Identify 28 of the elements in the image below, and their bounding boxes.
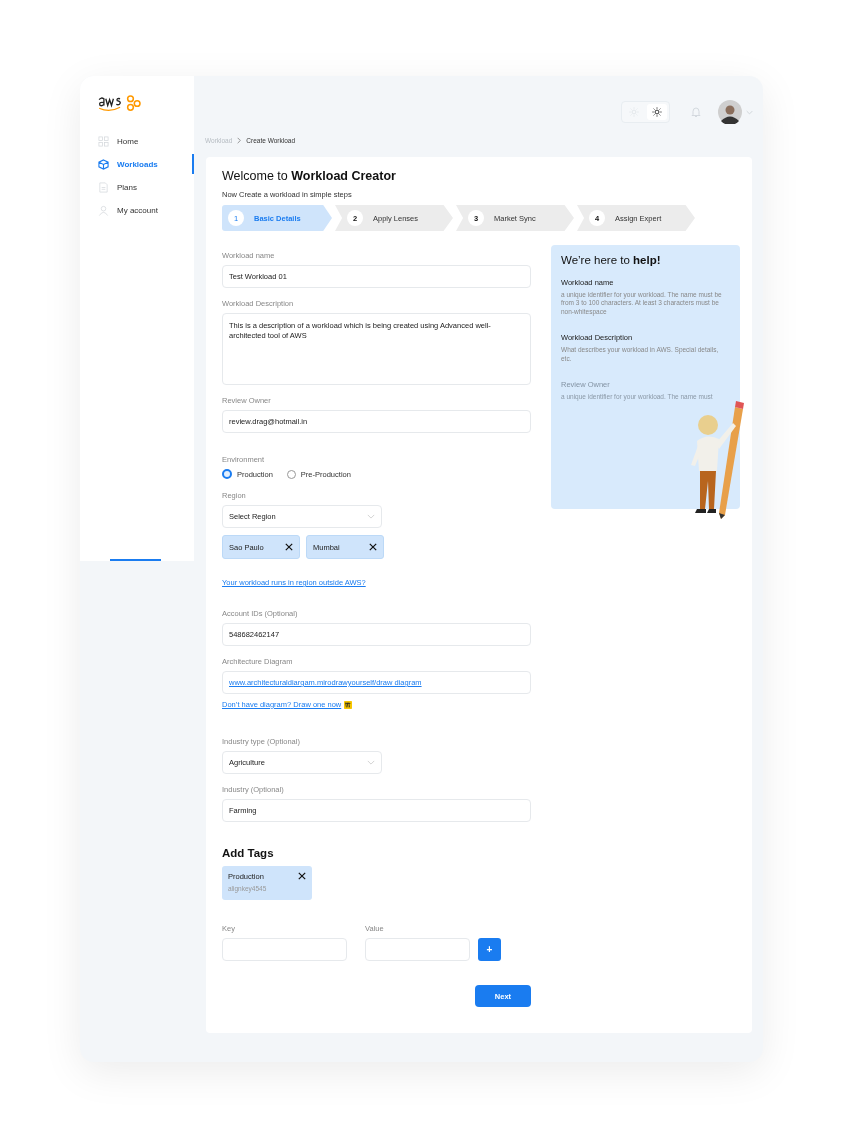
add-button[interactable]: + [478,938,501,961]
sidebar-item[interactable]: Workloads [80,156,194,173]
chevron-down-icon [367,760,375,765]
help-title: We’re here to help! [561,254,662,266]
close-icon[interactable] [285,543,293,551]
theme-toggle[interactable] [621,101,670,123]
chevron-right-icon [237,137,242,144]
close-icon[interactable] [369,543,377,551]
page-title: Welcome to Workload Creator [222,169,397,183]
radio-icon[interactable] [222,469,232,479]
close-icon[interactable] [298,872,306,880]
sidebar-item[interactable]: My account [80,202,194,219]
scroll-indicator [110,559,161,561]
grid-icon [98,136,109,147]
bell-icon[interactable] [690,106,702,118]
sidebar-item[interactable]: Home [80,133,194,150]
section-title: Add Tags [222,847,274,859]
user-icon [98,205,109,216]
value-field[interactable] [365,938,470,961]
key-field[interactable] [222,938,347,961]
cube-icon [98,159,109,170]
document-icon [98,182,109,193]
chevron-down-icon [367,514,375,519]
chevron-down-icon[interactable] [746,109,753,115]
pencils-icon [344,700,353,709]
avatar[interactable] [718,100,742,124]
sun-icon[interactable] [647,104,667,120]
sidebar-item[interactable]: Plans [80,179,194,196]
